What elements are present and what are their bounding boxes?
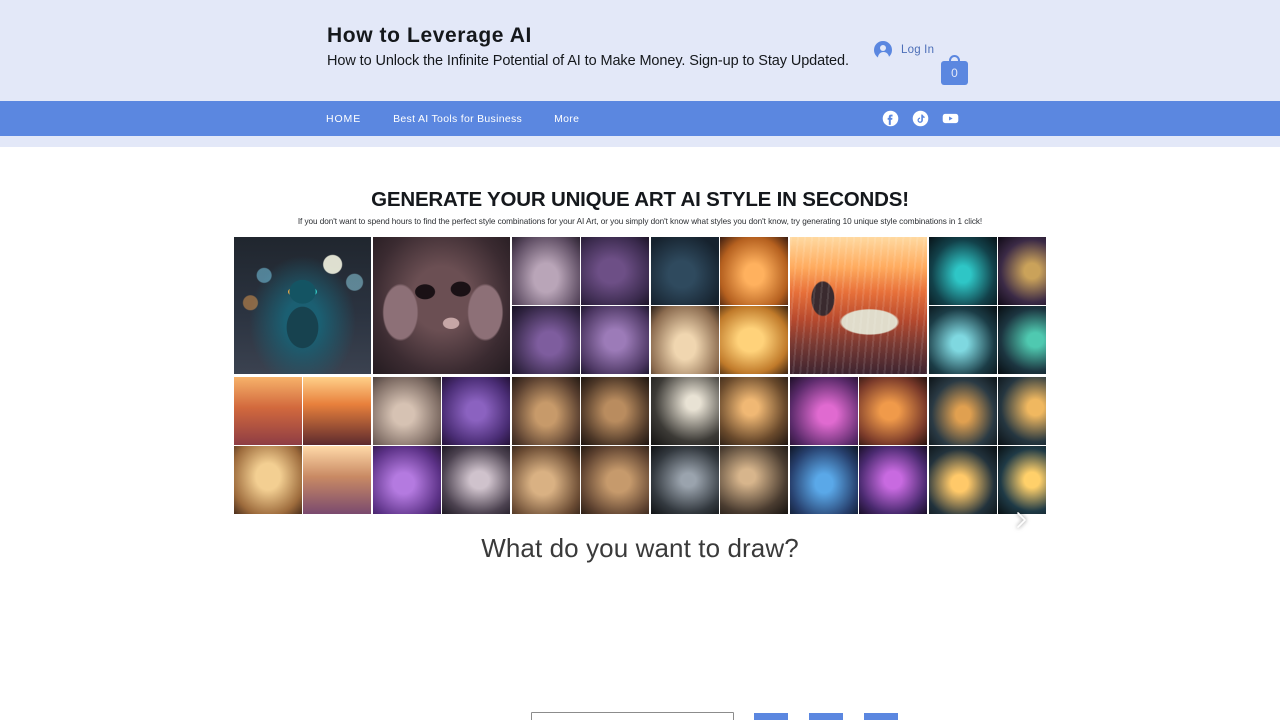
- page-subtitle: If you don't want to spend hours to find…: [297, 217, 983, 226]
- prompt-heading: What do you want to draw?: [481, 533, 799, 563]
- ai-art-tile-paper-landscape[interactable]: [790, 237, 927, 374]
- gallery-row: [234, 377, 1046, 514]
- youtube-icon[interactable]: [942, 110, 959, 127]
- ai-art-tile-spaniel-portrait[interactable]: [373, 237, 510, 374]
- brand-block: How to Leverage AI How to Unlock the Inf…: [327, 23, 849, 71]
- login-label[interactable]: Log In: [901, 44, 934, 56]
- nav-item-home[interactable]: HOME: [326, 113, 361, 125]
- gallery-row: [234, 237, 1046, 374]
- tiktok-icon[interactable]: [912, 110, 929, 127]
- page-title: GENERATE YOUR UNIQUE ART AI STYLE IN SEC…: [371, 188, 909, 211]
- ai-art-tile-spaniel-collage[interactable]: [512, 237, 649, 374]
- nav-links: HOME Best AI Tools for Business More: [326, 101, 579, 136]
- art-gallery-carousel[interactable]: [234, 237, 1046, 514]
- ratio-button-1-1[interactable]: 1:1: [864, 713, 898, 720]
- ai-art-tile-sunset-dog-collage[interactable]: [234, 377, 371, 514]
- aspect-ratio-buttons: 16:9 9:16 1:1: [754, 713, 898, 720]
- ai-art-tile-cinematic-cat-collage[interactable]: [651, 377, 788, 514]
- nav-item-more[interactable]: More: [554, 113, 579, 125]
- site-title: How to Leverage AI: [327, 24, 532, 47]
- social-links: [882, 101, 959, 136]
- cart-count-badge: 0: [951, 66, 958, 80]
- account-avatar-icon: [874, 41, 892, 60]
- ai-art-tile-lowpoly-dog-collage[interactable]: [929, 377, 1046, 514]
- site-tagline: How to Unlock the Infinite Potential of …: [327, 53, 849, 69]
- facebook-icon[interactable]: [882, 110, 899, 127]
- ai-art-tile-cyber-cat[interactable]: [234, 237, 371, 374]
- nav-underband: [0, 136, 1280, 147]
- ai-art-tile-cat-warm-collage[interactable]: [651, 237, 788, 374]
- ai-art-tile-neon-dog-collage[interactable]: [929, 237, 1046, 374]
- login-area[interactable]: Log In: [874, 41, 934, 60]
- cart-button[interactable]: 0: [941, 55, 969, 85]
- prompt-input[interactable]: [531, 712, 734, 720]
- nav-item-best-ai-tools[interactable]: Best AI Tools for Business: [393, 113, 522, 125]
- ratio-button-9-16[interactable]: 9:16: [809, 713, 843, 720]
- site-header: How to Leverage AI How to Unlock the Inf…: [0, 0, 1280, 101]
- ratio-button-16-9[interactable]: 16:9: [754, 713, 788, 720]
- ai-art-tile-puppy-studio-collage[interactable]: [512, 377, 649, 514]
- chevron-right-icon[interactable]: [1009, 508, 1033, 532]
- main-navigation: HOME Best AI Tools for Business More: [0, 101, 1280, 136]
- ai-art-tile-purple-spaniel-collage[interactable]: [373, 377, 510, 514]
- prompt-row: [531, 712, 734, 720]
- ai-art-tile-neon-spaniel-collage[interactable]: [790, 377, 927, 514]
